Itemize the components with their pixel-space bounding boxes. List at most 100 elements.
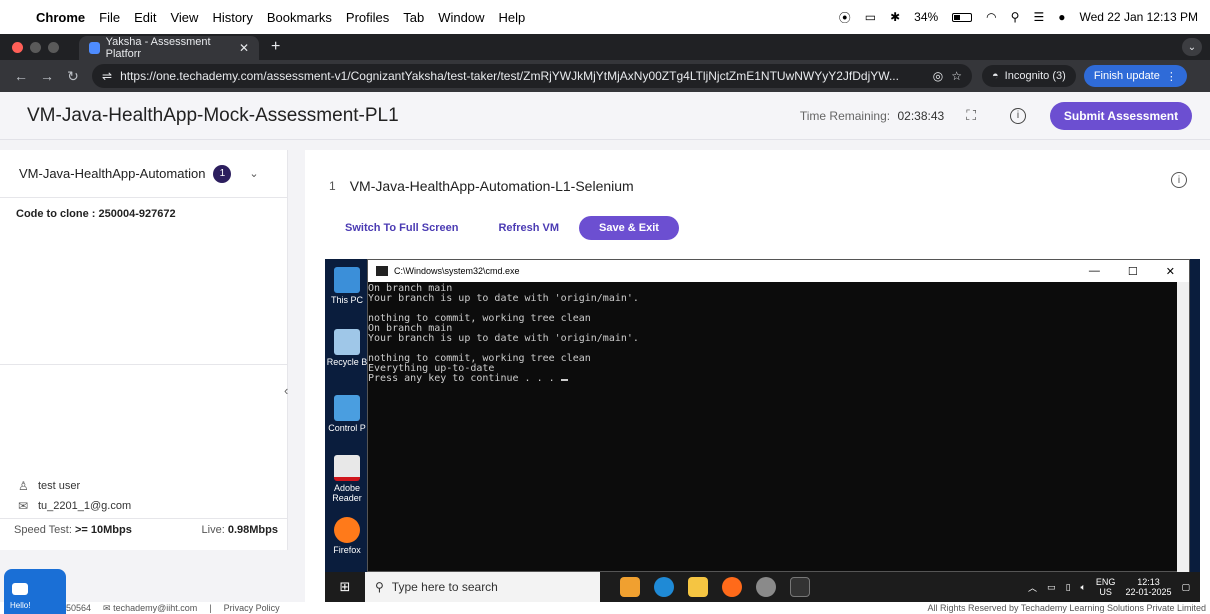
live-speed: Live: 0.98Mbps: [202, 524, 278, 536]
section-title: VM-Java-HealthApp-Automation: [19, 166, 206, 181]
mail-icon: ✉: [103, 602, 111, 613]
maximize-icon[interactable]: ☐: [1128, 265, 1138, 278]
minimize-icon[interactable]: —: [1089, 265, 1100, 278]
spotlight-icon[interactable]: ⚲: [1011, 10, 1020, 24]
page-footer: 50564 ✉ techademy@iiht.com | Privacy Pol…: [0, 602, 1210, 614]
tab-close-icon[interactable]: ✕: [239, 41, 249, 55]
app-icon-photos[interactable]: [620, 577, 640, 597]
reload-button[interactable]: ↻: [60, 68, 86, 85]
firefox-taskbar-icon[interactable]: [722, 577, 742, 597]
new-tab-button[interactable]: +: [271, 38, 280, 56]
finish-update-button[interactable]: Finish update ⋮: [1083, 65, 1187, 87]
back-button[interactable]: ←: [8, 68, 34, 84]
menu-profiles[interactable]: Profiles: [346, 10, 389, 25]
menu-file[interactable]: File: [99, 10, 120, 25]
desktop-icon-adobe-reader[interactable]: Adobe Reader: [325, 455, 369, 503]
assessment-header: VM-Java-HealthApp-Mock-Assessment-PL1 Ti…: [0, 92, 1210, 140]
submit-assessment-button[interactable]: Submit Assessment: [1050, 101, 1192, 130]
cmd-titlebar[interactable]: C:\Windows\system32\cmd.exe — ☐ ✕: [368, 260, 1189, 282]
siri-icon[interactable]: ●: [1058, 10, 1065, 24]
file-explorer-icon[interactable]: [688, 577, 708, 597]
desktop-icon-firefox[interactable]: Firefox: [325, 517, 369, 555]
eye-off-icon[interactable]: ◎: [933, 69, 943, 83]
menu-app-chrome[interactable]: Chrome: [36, 10, 85, 25]
cmd-window-controls: — ☐ ✕: [1089, 265, 1189, 278]
fullscreen-icon[interactable]: ⛶: [966, 107, 976, 124]
footer-rights: All Rights Reserved by Techademy Learnin…: [927, 603, 1206, 613]
cmd-window[interactable]: C:\Windows\system32\cmd.exe — ☐ ✕ On bra…: [367, 259, 1190, 572]
desktop-icon-recycle-bin[interactable]: Recycle B: [325, 329, 369, 367]
menubar-datetime[interactable]: Wed 22 Jan 12:13 PM: [1079, 10, 1198, 24]
footer-email-text: techademy@iiht.com: [113, 602, 198, 613]
bluetooth-icon[interactable]: ✱: [890, 10, 900, 24]
screen-record-icon[interactable]: ⦿: [839, 9, 851, 26]
battery-icon[interactable]: [952, 12, 973, 22]
question-info-icon[interactable]: i: [1171, 172, 1187, 188]
taskbar-search[interactable]: ⚲ Type here to search: [365, 572, 600, 602]
switch-fullscreen-button[interactable]: Switch To Full Screen: [345, 222, 458, 234]
tab-favicon-icon: [89, 42, 100, 54]
wifi-icon[interactable]: ◠: [986, 10, 996, 24]
address-bar[interactable]: ⇌ https://one.techademy.com/assessment-v…: [92, 64, 972, 88]
finish-update-label: Finish update: [1093, 70, 1160, 82]
chat-widget-button[interactable]: Hello!: [4, 569, 66, 614]
cmd-scrollbar[interactable]: [1177, 282, 1189, 572]
live-label: Live:: [201, 523, 225, 536]
vm-actions: Switch To Full Screen Refresh VM Save & …: [345, 216, 679, 240]
vm-screen[interactable]: This PC Recycle B Control P Adobe Reader…: [325, 259, 1200, 602]
cmd-output[interactable]: On branch main Your branch is up to date …: [368, 282, 1189, 384]
tab-search-icon[interactable]: ⌄: [1182, 38, 1202, 56]
battery-percent: 34%: [914, 10, 939, 24]
control-center-icon[interactable]: ☰: [1033, 10, 1044, 24]
cmd-taskbar-icon[interactable]: [790, 577, 810, 597]
menu-help[interactable]: Help: [499, 10, 526, 25]
page-title: VM-Java-HealthApp-Mock-Assessment-PL1: [27, 104, 399, 126]
cmd-cursor: [560, 379, 568, 381]
settings-gear-icon[interactable]: [756, 577, 776, 597]
collapse-sidebar-icon[interactable]: ‹: [284, 383, 288, 398]
menu-tab[interactable]: Tab: [403, 10, 424, 25]
cmd-line: Your branch is up to date with 'origin/m…: [368, 293, 639, 304]
volume-icon[interactable]: 🔈︎: [1081, 582, 1086, 593]
mail-icon: ✉: [18, 499, 29, 513]
windows-start-icon[interactable]: ⊞: [325, 579, 365, 595]
user-info: ♙ test user ✉ tu_2201_1@g.com: [0, 476, 288, 516]
clone-code-text: Code to clone : 250004-927672: [16, 208, 176, 220]
forward-button[interactable]: →: [34, 68, 60, 84]
minimize-window-button[interactable]: [30, 41, 41, 53]
chat-icon: [12, 583, 28, 595]
desktop-icon-this-pc[interactable]: This PC: [325, 267, 369, 305]
incognito-badge[interactable]: ◓ Incognito (3): [982, 65, 1076, 87]
taskbar-search-placeholder: Type here to search: [391, 580, 498, 594]
tray-clock[interactable]: 12:13 22-01-2025: [1125, 577, 1171, 597]
menu-bookmarks[interactable]: Bookmarks: [267, 10, 332, 25]
tab-title: Yaksha - Assessment Platforr: [105, 36, 211, 60]
close-icon[interactable]: ✕: [1166, 265, 1175, 278]
menu-window[interactable]: Window: [438, 10, 484, 25]
language-indicator[interactable]: ENG US: [1096, 577, 1116, 597]
save-exit-button[interactable]: Save & Exit: [579, 216, 679, 240]
kebab-menu-icon[interactable]: ⋮: [1166, 70, 1177, 83]
chevron-down-icon[interactable]: ⌄: [249, 167, 258, 180]
menu-history[interactable]: History: [212, 10, 252, 25]
chevron-up-icon[interactable]: ︿: [1028, 581, 1037, 594]
refresh-vm-button[interactable]: Refresh VM: [498, 222, 559, 234]
info-icon[interactable]: i: [1010, 107, 1026, 124]
computer-icon: [334, 267, 360, 293]
section-selector[interactable]: VM-Java-HealthApp-Automation 1 ⌄: [0, 150, 287, 198]
close-window-button[interactable]: [12, 41, 23, 53]
browser-tab-active[interactable]: Yaksha - Assessment Platforr ✕: [79, 36, 259, 60]
footer-email[interactable]: ✉ techademy@iiht.com: [103, 603, 197, 614]
edge-icon[interactable]: [654, 577, 674, 597]
display-icon[interactable]: ▭: [865, 10, 876, 24]
menu-edit[interactable]: Edit: [134, 10, 156, 25]
menu-view[interactable]: View: [170, 10, 198, 25]
notification-icon[interactable]: ▢: [1181, 582, 1190, 593]
network-icon[interactable]: ▭: [1047, 582, 1056, 593]
desktop-icon-control-panel[interactable]: Control P: [325, 395, 369, 433]
site-info-icon[interactable]: ⇌: [102, 69, 112, 83]
battery-tray-icon[interactable]: ▯: [1066, 582, 1071, 593]
privacy-policy-link[interactable]: Privacy Policy: [224, 603, 280, 614]
zoom-window-button[interactable]: [48, 41, 59, 53]
bookmark-star-icon[interactable]: ☆: [951, 69, 962, 83]
